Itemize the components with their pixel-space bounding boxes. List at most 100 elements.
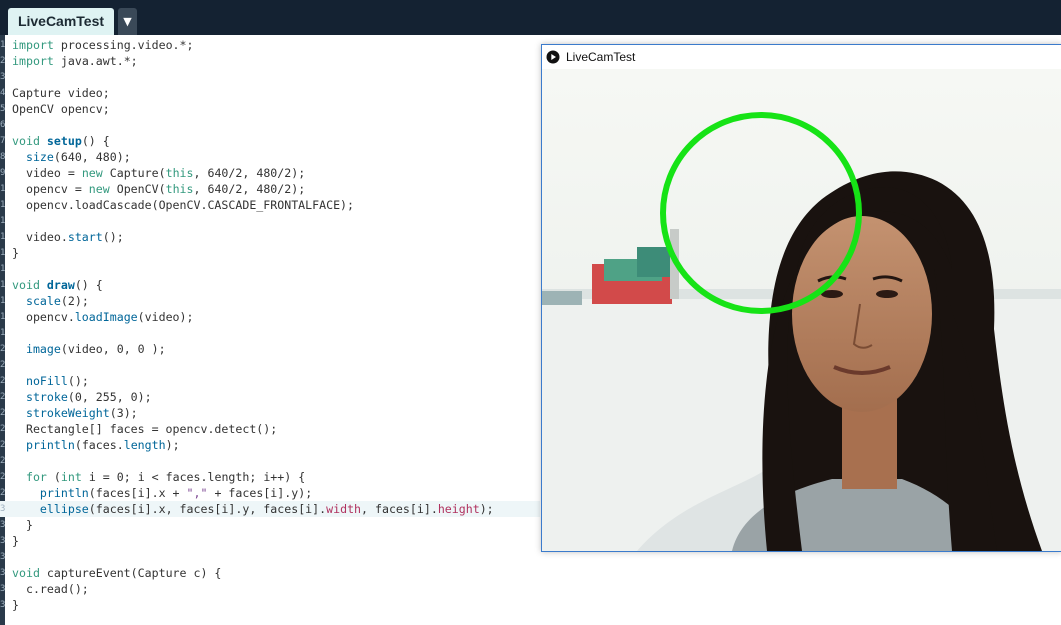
code-text: video.start(); — [12, 229, 124, 245]
line-number: 23 — [0, 392, 5, 402]
code-line[interactable]: 3 — [0, 69, 540, 85]
camera-image — [542, 69, 1061, 551]
line-number: 31 — [0, 520, 5, 530]
code-token: (video); — [137, 310, 194, 324]
code-line[interactable]: 29 println(faces[i].x + "," + faces[i].y… — [0, 485, 540, 501]
line-number: 6 — [0, 120, 5, 130]
code-text: opencv.loadCascade(OpenCV.CASCADE_FRONTA… — [12, 197, 354, 213]
code-token: loadImage — [74, 310, 138, 324]
code-text: import processing.video.*; — [12, 37, 194, 53]
code-line[interactable]: 13 video.start(); — [0, 229, 540, 245]
code-token: ( — [53, 470, 61, 484]
line-number: 4 — [0, 88, 5, 98]
code-token: (0, 255, 0); — [67, 390, 152, 404]
code-line[interactable]: 8 size(640, 480); — [0, 149, 540, 165]
code-token: start — [67, 230, 103, 244]
code-token: "," — [186, 486, 208, 500]
code-line[interactable]: 15 — [0, 261, 540, 277]
code-line[interactable]: 20 image(video, 0, 0 ); — [0, 341, 540, 357]
code-token: stroke — [25, 390, 68, 404]
code-token: (); — [102, 230, 124, 244]
code-token: } — [12, 534, 19, 548]
code-token: void — [12, 278, 40, 292]
code-line[interactable]: 36} — [0, 597, 540, 613]
code-text: for (int i = 0; i < faces.length; i++) { — [12, 469, 305, 485]
line-number: 32 — [0, 536, 5, 546]
code-line[interactable]: 11 opencv.loadCascade(OpenCV.CASCADE_FRO… — [0, 197, 540, 213]
code-line[interactable]: 28 for (int i = 0; i < faces.length; i++… — [0, 469, 540, 485]
code-token: c.read(); — [12, 582, 89, 596]
camera-feed — [542, 69, 1061, 551]
tab-livecamtest[interactable]: LiveCamTest — [8, 8, 114, 35]
code-text: void draw() { — [12, 277, 103, 293]
code-line[interactable]: 25 Rectangle[] faces = opencv.detect(); — [0, 421, 540, 437]
code-token: this — [165, 166, 194, 180]
code-line[interactable]: 34 void captureEvent(Capture c) { — [0, 565, 540, 581]
code-line[interactable]: 1 import processing.video.*; — [0, 37, 540, 53]
code-line[interactable]: 21 — [0, 357, 540, 373]
code-text: c.read(); — [12, 581, 89, 597]
code-token: video = — [12, 166, 82, 180]
sketch-window-title: LiveCamTest — [566, 50, 636, 64]
code-token: , 640/2, 480/2); — [193, 182, 306, 196]
code-line[interactable]: 22 noFill(); — [0, 373, 540, 389]
line-number: 22 — [0, 376, 5, 386]
line-number: 18 — [0, 312, 5, 322]
code-text: void captureEvent(Capture c) { — [12, 565, 221, 581]
line-number: 17 — [0, 296, 5, 306]
code-line[interactable]: 5 OpenCV opencv; — [0, 101, 540, 117]
code-line[interactable]: 10 opencv = new OpenCV(this, 640/2, 480/… — [0, 181, 540, 197]
code-line[interactable]: 24 strokeWeight(3); — [0, 405, 540, 421]
line-number: 24 — [0, 408, 5, 418]
code-line[interactable]: 33 — [0, 549, 540, 565]
code-token: strokeWeight — [25, 406, 110, 420]
code-token: java.awt.*; — [60, 54, 138, 68]
code-line[interactable]: 2 import java.awt.*; — [0, 53, 540, 69]
code-line[interactable]: 16 void draw() { — [0, 277, 540, 293]
code-text: scale(2); — [12, 293, 89, 309]
code-text: void setup() { — [12, 133, 110, 149]
code-line[interactable]: 7 void setup() { — [0, 133, 540, 149]
code-text: } — [12, 245, 19, 261]
code-line[interactable]: 31 } — [0, 517, 540, 533]
code-token: (faces[i].x, faces[i].y, faces[i]. — [88, 502, 327, 516]
tab-menu-dropdown-icon[interactable]: ▼ — [118, 8, 137, 35]
code-line[interactable]: 35 c.read(); — [0, 581, 540, 597]
code-line[interactable]: 12 — [0, 213, 540, 229]
code-token: } — [12, 518, 33, 532]
code-line[interactable]: 26 println(faces.length); — [0, 437, 540, 453]
code-editor[interactable]: 1 import processing.video.*; 2 import java.… — [0, 37, 540, 625]
code-token: (video, 0, 0 ); — [60, 342, 166, 356]
play-icon — [546, 50, 560, 64]
code-line[interactable]: 6 — [0, 117, 540, 133]
code-line[interactable]: 30 ellipse(faces[i].x, faces[i].y, faces… — [0, 501, 540, 517]
sketch-window[interactable]: LiveCamTest — [541, 44, 1061, 552]
code-line[interactable]: 19 — [0, 325, 540, 341]
code-token: length — [123, 438, 166, 452]
code-line[interactable]: 14} — [0, 245, 540, 261]
line-number: 1 — [0, 40, 5, 50]
code-line[interactable]: 32} — [0, 533, 540, 549]
code-token: println — [25, 438, 75, 452]
code-text: println(faces.length); — [12, 437, 180, 453]
code-token: new — [81, 166, 103, 180]
code-line[interactable]: 18 opencv.loadImage(video); — [0, 309, 540, 325]
code-token: (3); — [109, 406, 138, 420]
code-line[interactable]: 4 Capture video; — [0, 85, 540, 101]
code-token: setup — [46, 134, 82, 148]
line-number: 14 — [0, 248, 5, 258]
sketch-titlebar[interactable]: LiveCamTest — [542, 45, 1061, 69]
line-number: 3 — [0, 72, 5, 82]
line-number: 33 — [0, 552, 5, 562]
code-line[interactable]: 9 video = new Capture(this, 640/2, 480/2… — [0, 165, 540, 181]
code-text: opencv.loadImage(video); — [12, 309, 194, 325]
code-line[interactable]: 23 stroke(0, 255, 0); — [0, 389, 540, 405]
code-line[interactable]: 27 — [0, 453, 540, 469]
code-token: ); — [479, 502, 494, 516]
code-token: , 640/2, 480/2); — [193, 166, 306, 180]
code-line[interactable]: 17 scale(2); — [0, 293, 540, 309]
